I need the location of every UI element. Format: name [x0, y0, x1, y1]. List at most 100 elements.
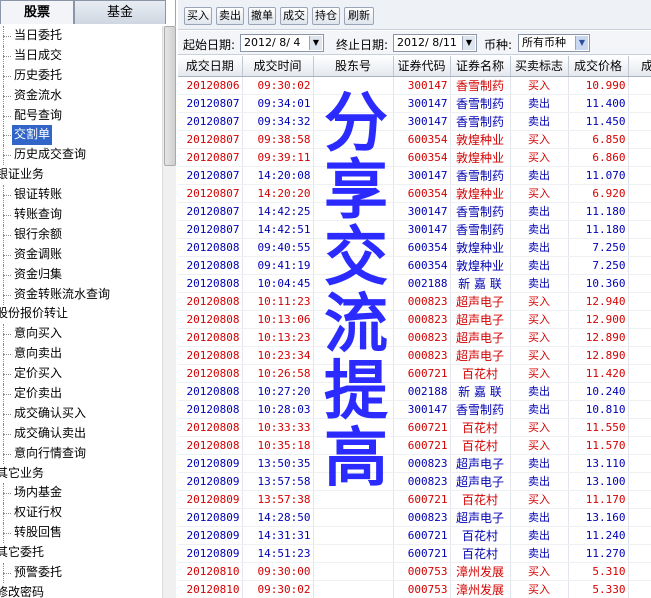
tree-item[interactable]: 资金调账: [0, 244, 162, 265]
tree-item[interactable]: 配号查询: [0, 105, 162, 126]
table-row[interactable]: 20120808 10:11:23 000823 超声电子 买入 12.940: [178, 292, 651, 311]
table-row[interactable]: 20120808 10:26:58 600721 百花村 买入 11.420: [178, 364, 651, 383]
chevron-down-icon[interactable]: ▼: [575, 36, 588, 50]
column-header[interactable]: 证券代码: [393, 56, 451, 77]
column-header[interactable]: 成交时间: [242, 56, 314, 77]
tree-group[interactable]: 其它委托: [0, 543, 162, 563]
cell-time: 09:30:02: [242, 580, 314, 598]
refresh-button[interactable]: 刷新: [344, 7, 374, 25]
table-row[interactable]: 20120808 09:40:55 600354 敦煌种业 卖出 7.250: [178, 238, 651, 257]
chevron-down-icon[interactable]: ▼: [309, 36, 322, 50]
table-row[interactable]: 20120809 14:28:50 000823 超声电子 卖出 13.160: [178, 508, 651, 527]
table-row[interactable]: 20120807 14:42:51 300147 香雪制药 卖出 11.180: [178, 220, 651, 239]
table-row[interactable]: 20120808 10:13:06 000823 超声电子 买入 12.900: [178, 310, 651, 329]
deals-button[interactable]: 成交: [280, 7, 308, 25]
column-header[interactable]: 买卖标志: [510, 56, 569, 77]
table-row[interactable]: 20120806 09:30:02 300147 香雪制药 买入 10.990: [178, 76, 651, 95]
table-row[interactable]: 20120808 10:04:45 002188 新 嘉 联卖出 10.360: [178, 274, 651, 293]
tree-group[interactable]: 其它业务: [0, 464, 162, 484]
table-row[interactable]: 20120810 09:30:00 000753 漳州发展 买入 5.310: [178, 562, 651, 581]
tab-fund[interactable]: 基金: [74, 0, 166, 24]
tree-connector: [3, 115, 11, 117]
tree-item[interactable]: 历史委托: [0, 65, 162, 86]
table-row[interactable]: 20120808 10:27:20 002188 新 嘉 联卖出 10.240: [178, 382, 651, 401]
tree-item[interactable]: 场内基金: [0, 483, 162, 504]
table-row[interactable]: 20120809 14:31:31 600721 百花村 卖出 11.240: [178, 526, 651, 545]
table-row[interactable]: 20120808 10:13:23 000823 超声电子 买入 12.890: [178, 328, 651, 347]
table-row[interactable]: 20120807 14:42:25 300147 香雪制药 卖出 11.180: [178, 202, 651, 221]
tree-item[interactable]: 资金流水: [0, 85, 162, 106]
tree-item[interactable]: 意向买入: [0, 324, 162, 345]
tree-group[interactable]: 股份报价转让: [0, 304, 162, 324]
table-row[interactable]: 20120808 10:35:18 600721 百花村 买入 11.570: [178, 436, 651, 455]
cell-empty: [628, 130, 651, 149]
table-row[interactable]: 20120807 09:39:11 600354 敦煌种业 买入 6.860: [178, 148, 651, 167]
column-header[interactable]: 股东号: [313, 56, 394, 77]
cell-name: 超声电子: [450, 454, 511, 473]
table-row[interactable]: 20120807 14:20:08 300147 香雪制药 卖出 11.070: [178, 166, 651, 185]
tree-group[interactable]: 银证业务: [0, 165, 162, 185]
tree-item[interactable]: 意向卖出: [0, 344, 162, 365]
tree-item[interactable]: 转股回售: [0, 523, 162, 544]
column-header[interactable]: 证券名称: [450, 56, 511, 77]
table-row[interactable]: 20120808 10:28:03 300147 香雪制药 卖出 10.810: [178, 400, 651, 419]
tree-item[interactable]: 资金归集: [0, 264, 162, 285]
table-row[interactable]: 20120807 09:34:32 300147 香雪制药 卖出 11.450: [178, 112, 651, 131]
chevron-down-icon[interactable]: ▼: [462, 36, 475, 50]
table-row[interactable]: 20120808 10:33:33 600721 百花村 买入 11.550: [178, 418, 651, 437]
tab-stock[interactable]: 股票: [0, 0, 74, 24]
tree-item[interactable]: 当日成交: [0, 45, 162, 66]
column-header[interactable]: 成交日期: [178, 56, 243, 77]
tree-group[interactable]: 修改密码: [0, 583, 162, 598]
tree-item[interactable]: 资金转账流水查询: [0, 284, 162, 305]
cell-side: 买入: [510, 310, 569, 329]
tree-item[interactable]: 历史成交查询: [0, 145, 162, 166]
tree-item[interactable]: 银行余额: [0, 224, 162, 245]
tree-item[interactable]: 成交确认卖出: [0, 423, 162, 444]
buy-button[interactable]: 买入: [184, 7, 212, 25]
cancel-order-button[interactable]: 撤单: [248, 7, 276, 25]
start-date-picker[interactable]: 2012/ 8/ 4 ▼: [240, 34, 324, 52]
tree-item[interactable]: 交割单: [0, 125, 162, 146]
table-row[interactable]: 20120809 13:57:38 600721 百花村 买入 11.170: [178, 490, 651, 509]
cell-date: 20120807: [178, 148, 243, 167]
cell-date: 20120808: [178, 382, 243, 401]
table-row[interactable]: 20120807 09:34:01 300147 香雪制药 卖出 11.400: [178, 94, 651, 113]
currency-select[interactable]: 所有币种 ▼: [518, 34, 590, 52]
tree-connector: [3, 155, 11, 157]
cell-side: 买入: [510, 418, 569, 437]
column-header[interactable]: 成交: [628, 56, 651, 77]
table-row[interactable]: 20120809 13:57:58 000823 超声电子 卖出 13.100: [178, 472, 651, 491]
tree-item[interactable]: 转账查询: [0, 205, 162, 226]
table-row[interactable]: 20120808 09:41:19 600354 敦煌种业 卖出 7.250: [178, 256, 651, 275]
tree-item[interactable]: 当日委托: [0, 26, 162, 46]
tree-item[interactable]: 意向行情查询: [0, 443, 162, 464]
tree-item[interactable]: 权证行权: [0, 503, 162, 524]
table-row[interactable]: 20120810 09:30:02 000753 漳州发展 买入 5.330: [178, 580, 651, 598]
cell-time: 14:42:51: [242, 220, 314, 239]
tree-item[interactable]: 成交确认买入: [0, 403, 162, 424]
sell-button[interactable]: 卖出: [216, 7, 244, 25]
tree-item[interactable]: 定价卖出: [0, 384, 162, 405]
table-row[interactable]: 20120809 14:51:23 600721 百花村 卖出 11.270: [178, 544, 651, 563]
scrollbar-thumb[interactable]: [164, 26, 176, 166]
tree-item[interactable]: 定价买入: [0, 364, 162, 385]
tree-connector: [3, 75, 11, 77]
table-row[interactable]: 20120808 10:23:34 000823 超声电子 买入 12.890: [178, 346, 651, 365]
end-date-picker[interactable]: 2012/ 8/11 ▼: [393, 34, 477, 52]
tree-item[interactable]: 预警委托: [0, 563, 162, 584]
table-row[interactable]: 20120809 13:50:35 000823 超声电子 卖出 13.110: [178, 454, 651, 473]
holdings-button[interactable]: 持仓: [312, 7, 340, 25]
cell-empty: [313, 364, 394, 383]
column-header[interactable]: 成交价格: [568, 56, 629, 77]
cell-price: 12.890: [568, 346, 629, 365]
tree-item[interactable]: 银证转账: [0, 185, 162, 206]
table-row[interactable]: 20120807 09:38:58 600354 敦煌种业 买入 6.850: [178, 130, 651, 149]
end-date-label: 终止日期:: [336, 38, 389, 52]
cell-side: 买入: [510, 184, 569, 203]
tree-connector: [3, 513, 11, 515]
cell-code: 000823: [393, 454, 451, 473]
table-row[interactable]: 20120807 14:20:20 600354 敦煌种业 买入 6.920: [178, 184, 651, 203]
cell-empty: [628, 328, 651, 347]
tree-scrollbar[interactable]: [162, 26, 176, 598]
